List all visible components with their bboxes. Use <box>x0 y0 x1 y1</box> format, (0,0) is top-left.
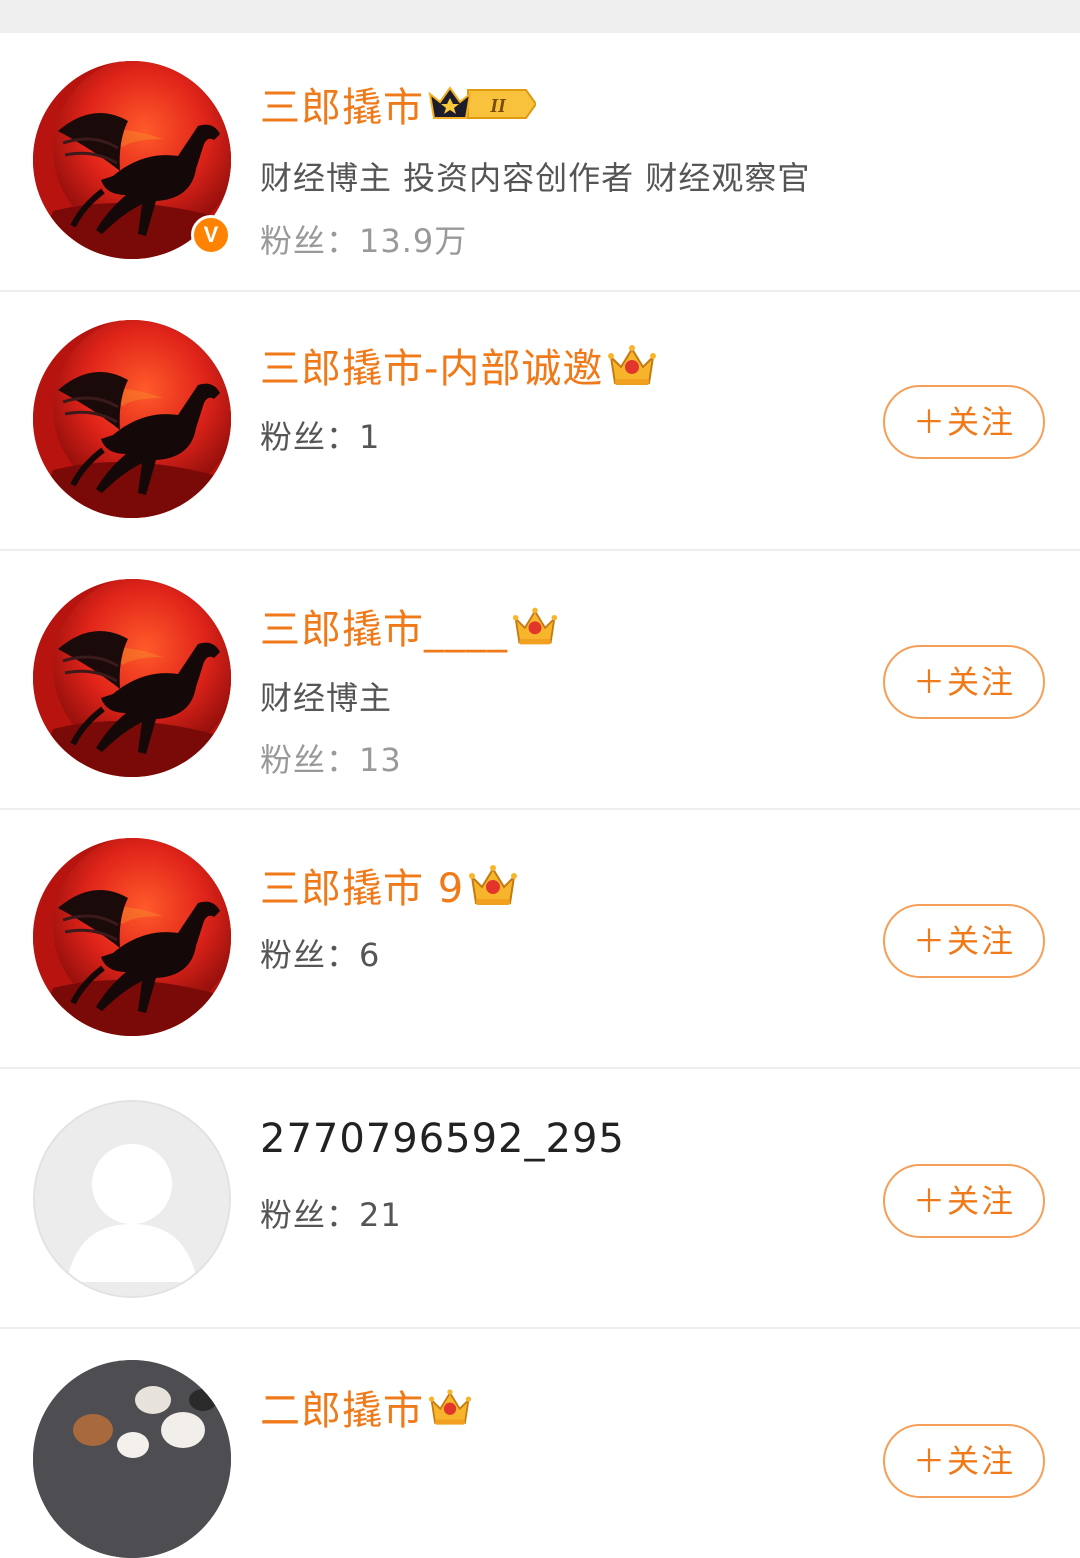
follow-button[interactable]: ＋关注 <box>883 645 1045 719</box>
user-description: 财经博主 投资内容创作者 财经观察官 <box>260 159 811 197</box>
gold-crown-icon <box>607 343 657 387</box>
list-item[interactable]: 2770796592_295 粉丝：21 ＋关注 <box>0 1070 1080 1329</box>
list-item[interactable]: 三郎撬市 9 粉丝：6 ＋关注 <box>0 810 1080 1069</box>
list-item[interactable]: 二郎撬市 ＋关注 <box>0 1330 1080 1558</box>
list-item[interactable]: V 三郎撬市 II 财经博主 投资内容创作者 财经观察官 粉丝：13.9万 <box>0 33 1080 292</box>
gold-crown-icon <box>428 1387 472 1427</box>
follow-button[interactable]: ＋关注 <box>883 385 1045 459</box>
fans-label: 粉丝： <box>260 741 360 779</box>
fans-count: 粉丝：21 <box>260 1190 402 1236</box>
follow-button[interactable]: ＋关注 <box>883 1424 1045 1498</box>
follow-button[interactable]: ＋关注 <box>883 904 1045 978</box>
fans-value: 1 <box>359 418 381 456</box>
fans-label: 粉丝： <box>260 1196 360 1234</box>
fans-label: 粉丝： <box>260 418 360 456</box>
fans-value: 13.9万 <box>359 222 468 260</box>
list-item[interactable]: 三郎撬市____ 财经博主 粉丝：13 ＋关注 <box>0 551 1080 810</box>
fans-count: 粉丝：1 <box>260 412 380 458</box>
fans-label: 粉丝： <box>260 936 360 974</box>
user-name[interactable]: 三郎撬市 9 <box>260 856 464 914</box>
dogs-photo-avatar[interactable] <box>33 1360 231 1558</box>
divider <box>0 1067 1080 1069</box>
fans-value: 13 <box>359 741 402 779</box>
fans-count: 粉丝：13 <box>260 735 402 781</box>
list-item[interactable]: 三郎撬市-内部诚邀 粉丝：1 ＋关注 <box>0 292 1080 551</box>
top-strip <box>0 0 1080 33</box>
gold-crown-icon <box>512 605 558 647</box>
red-pegasus-avatar[interactable] <box>33 838 231 1036</box>
follow-button[interactable]: ＋关注 <box>883 1164 1045 1238</box>
red-pegasus-avatar[interactable] <box>33 579 231 777</box>
red-pegasus-avatar[interactable] <box>33 320 231 518</box>
user-name[interactable]: 二郎撬市 <box>260 1378 424 1436</box>
user-name[interactable]: 三郎撬市____ <box>260 597 508 655</box>
user-name[interactable]: 2770796592_295 <box>260 1116 625 1162</box>
fans-value: 21 <box>359 1196 402 1234</box>
default-user-avatar[interactable] <box>33 1100 231 1298</box>
fans-value: 6 <box>359 936 381 974</box>
verified-badge-icon: V <box>191 215 231 255</box>
user-description: 财经博主 <box>260 679 393 717</box>
fans-count: 粉丝：6 <box>260 930 380 976</box>
gold-crown-icon <box>468 863 518 907</box>
fans-label: 粉丝： <box>260 222 360 260</box>
user-name[interactable]: 三郎撬市 <box>260 75 424 133</box>
fans-count: 粉丝：13.9万 <box>260 216 467 262</box>
user-name[interactable]: 三郎撬市-内部诚邀 <box>260 336 603 394</box>
crown-level-2-icon: II <box>428 84 536 124</box>
divider <box>0 1327 1080 1329</box>
level-text: II <box>489 95 507 117</box>
